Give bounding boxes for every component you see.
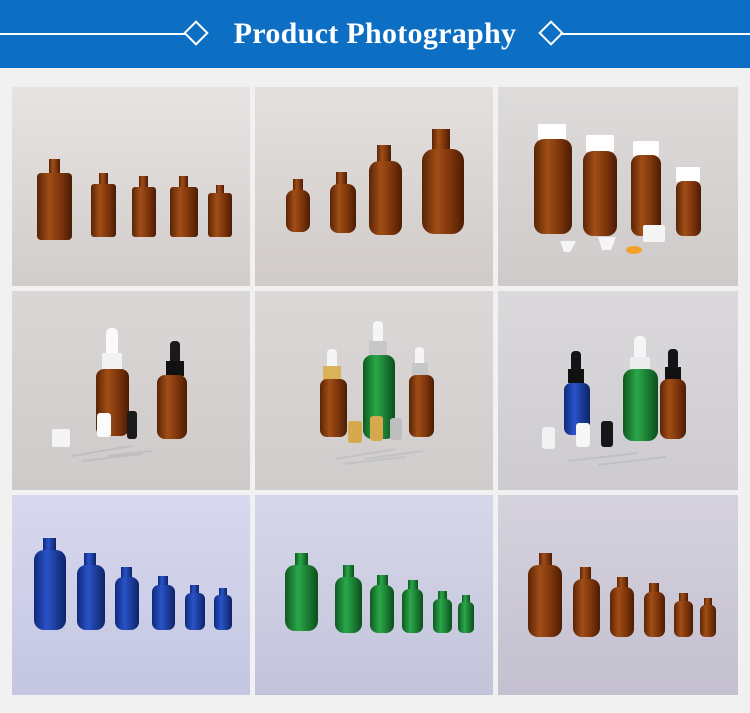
photo-amber-bottles-row[interactable]: [498, 495, 738, 695]
photo-grid: [12, 87, 738, 695]
header-banner: Product Photography: [0, 0, 750, 68]
photo-amber-bottles-white-caps[interactable]: [498, 87, 738, 286]
page-title: Product Photography: [233, 17, 517, 50]
header-line-right: [560, 33, 750, 35]
photo-cobalt-blue-bottles[interactable]: [12, 495, 250, 695]
photo-amber-round-bottles[interactable]: [255, 87, 493, 286]
header-line-left: [0, 33, 186, 35]
photo-green-bottles[interactable]: [255, 495, 493, 695]
diamond-icon: [183, 20, 209, 46]
photo-amber-green-dropper-bottles[interactable]: [255, 291, 493, 490]
photo-blue-green-dropper-bottles[interactable]: [498, 291, 738, 490]
photo-amber-square-bottles[interactable]: [12, 87, 250, 286]
photo-amber-dropper-bottles[interactable]: [12, 291, 250, 490]
